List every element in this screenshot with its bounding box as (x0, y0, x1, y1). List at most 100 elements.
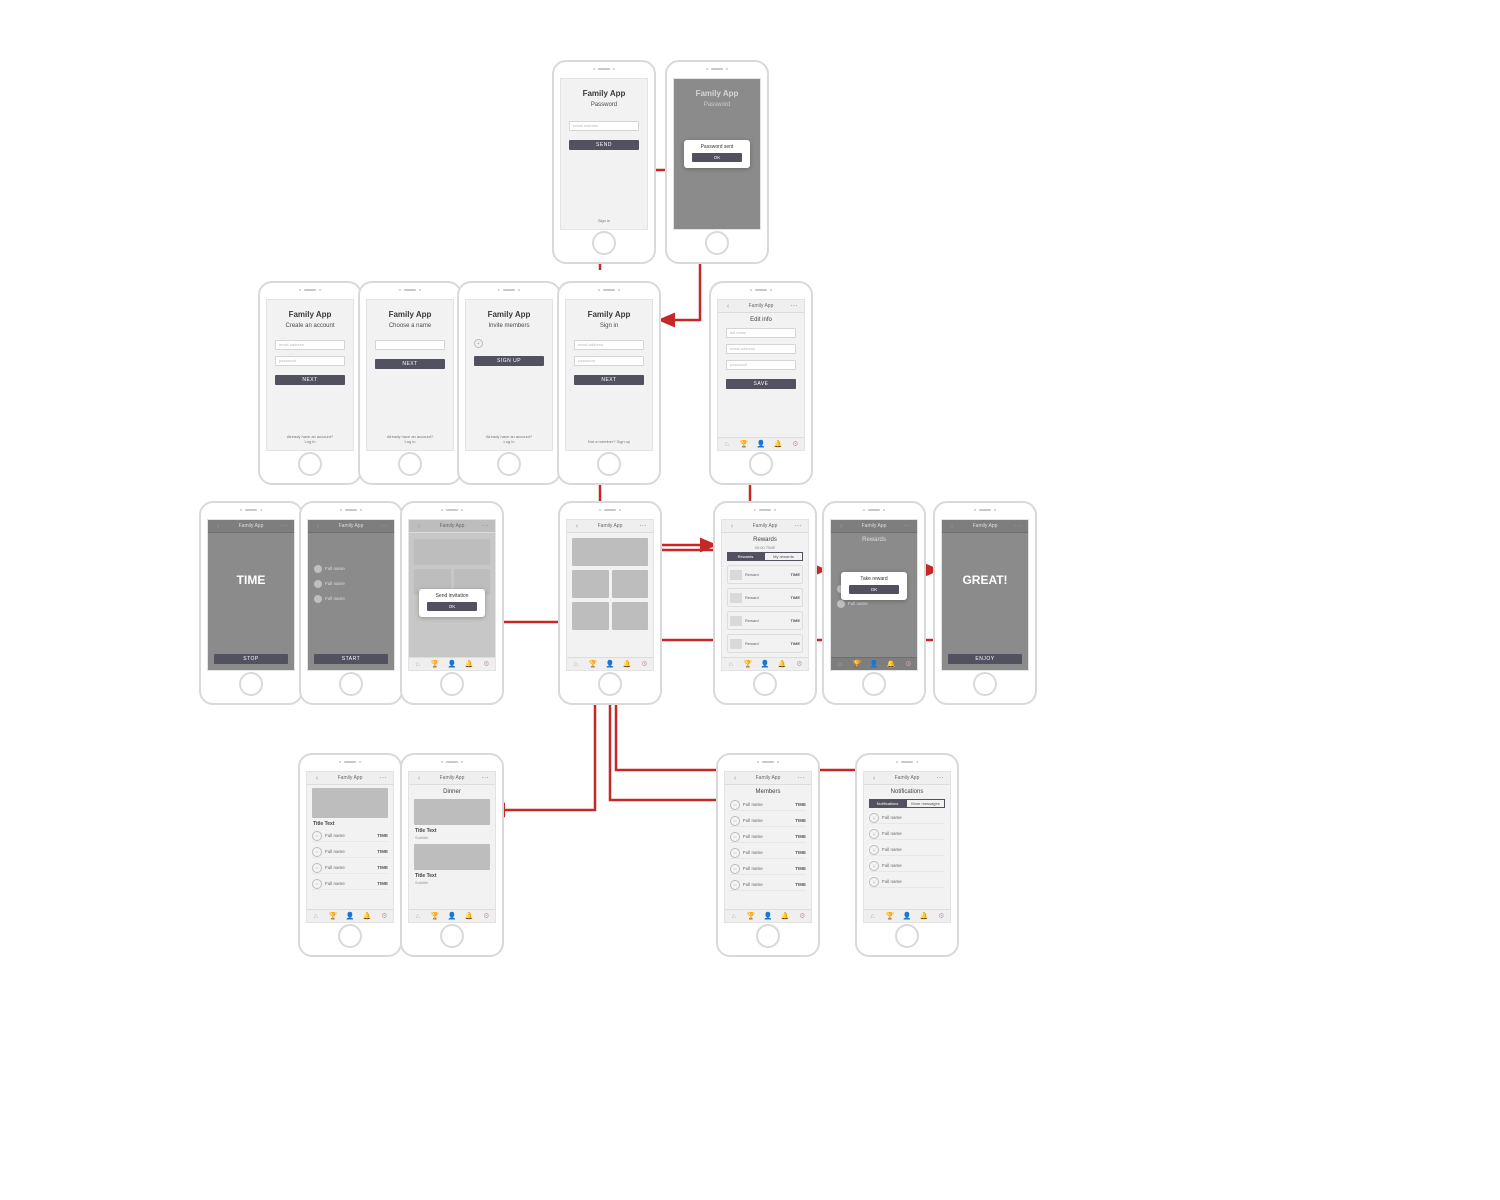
tab-trophy[interactable]: 🏆 (742, 910, 759, 922)
list-item[interactable]: ☺Full name (869, 812, 945, 824)
menu-icon[interactable]: ⋯ (901, 522, 913, 530)
tab-trophy[interactable]: 🏆 (848, 658, 865, 670)
member-option[interactable]: Full name (314, 593, 388, 604)
tab-gear[interactable]: ⚙ (900, 658, 917, 670)
login-link[interactable]: Already have an account?Log in (267, 434, 353, 444)
member-option[interactable]: Full name (314, 578, 388, 589)
tab-home[interactable]: ⌂ (725, 910, 742, 922)
password-field[interactable]: password (574, 356, 644, 366)
tab-home[interactable]: ⌂ (864, 910, 881, 922)
add-icon[interactable]: + (474, 339, 483, 348)
tab-user[interactable]: 👤 (756, 658, 773, 670)
name-field[interactable]: full name (726, 328, 796, 338)
list-item[interactable]: ☺Full nameTIME (312, 846, 388, 858)
list-item[interactable]: ☺Full nameTIME (730, 879, 806, 891)
back-icon[interactable]: ‹ (311, 775, 323, 782)
tab-gear[interactable]: ⚙ (794, 910, 811, 922)
back-icon[interactable]: ‹ (835, 523, 847, 530)
tab-rewards[interactable]: Rewards (727, 552, 764, 561)
ok-button[interactable]: OK (692, 153, 742, 162)
email-field[interactable]: email address (574, 340, 644, 350)
tab-gear[interactable]: ⚙ (376, 910, 393, 922)
feed-image[interactable] (612, 570, 649, 598)
tab-user[interactable]: 👤 (341, 910, 358, 922)
tab-trophy[interactable]: 🏆 (426, 658, 443, 670)
email-field[interactable]: email address (726, 344, 796, 354)
list-item[interactable]: ☺Full nameTIME (730, 847, 806, 859)
list-item[interactable]: ☺Full nameTIME (730, 799, 806, 811)
tab-home[interactable]: ⌂ (831, 658, 848, 670)
tab-trophy[interactable]: 🏆 (426, 910, 443, 922)
back-icon[interactable]: ‹ (868, 775, 880, 782)
tab-user[interactable]: 👤 (443, 910, 460, 922)
feed-image[interactable] (572, 602, 609, 630)
signup-link[interactable]: Not a member? Sign up (566, 439, 652, 444)
tab-more-messages[interactable]: More messages (906, 799, 945, 808)
tab-bell[interactable]: 🔔 (916, 910, 933, 922)
back-icon[interactable]: ‹ (212, 523, 224, 530)
reward-card[interactable]: RewardTIME (727, 611, 803, 630)
signin-link[interactable]: Sign in (561, 218, 647, 223)
list-item[interactable]: ☺Full name (869, 844, 945, 856)
password-field[interactable]: password (275, 356, 345, 366)
list-item[interactable]: ☺Full nameTIME (730, 863, 806, 875)
back-icon[interactable]: ‹ (571, 523, 583, 530)
menu-icon[interactable]: ⋯ (1012, 522, 1024, 530)
tab-home[interactable]: ⌂ (409, 658, 426, 670)
start-button[interactable]: START (314, 654, 388, 664)
email-field[interactable]: email address (569, 121, 639, 131)
feed-image[interactable] (572, 570, 609, 598)
ok-button[interactable]: OK (427, 602, 477, 611)
save-button[interactable]: SAVE (726, 379, 796, 389)
menu-icon[interactable]: ⋯ (479, 774, 491, 782)
tab-home[interactable]: ⌂ (722, 658, 739, 670)
list-item[interactable]: ☺Full name (869, 828, 945, 840)
list-item[interactable]: ☺Full nameTIME (312, 878, 388, 890)
list-item[interactable]: ☺Full nameTIME (312, 830, 388, 842)
list-item[interactable]: ☺Full name (869, 876, 945, 888)
tab-user[interactable]: 👤 (752, 438, 769, 450)
list-item[interactable]: ☺Full nameTIME (312, 862, 388, 874)
tab-user[interactable]: 👤 (601, 658, 618, 670)
list-item[interactable]: ☺Full nameTIME (730, 831, 806, 843)
tab-bell[interactable]: 🔔 (774, 658, 791, 670)
email-field[interactable]: email address (275, 340, 345, 350)
tab-home[interactable]: ⌂ (409, 910, 426, 922)
tab-user[interactable]: 👤 (759, 910, 776, 922)
list-item[interactable]: ☺Full name (869, 860, 945, 872)
back-icon[interactable]: ‹ (312, 523, 324, 530)
reward-card[interactable]: RewardTIME (727, 634, 803, 653)
menu-icon[interactable]: ⋯ (479, 522, 491, 530)
tab-my-rewards[interactable]: My rewards (764, 552, 803, 561)
member-option[interactable]: Full name (314, 563, 388, 574)
tab-bell[interactable]: 🔔 (461, 658, 478, 670)
tab-notifications[interactable]: Notifications (869, 799, 906, 808)
feed-image[interactable] (572, 538, 648, 566)
password-field[interactable]: password (726, 360, 796, 370)
menu-icon[interactable]: ⋯ (278, 522, 290, 530)
login-link[interactable]: Already have an account?Log in (367, 434, 453, 444)
back-icon[interactable]: ‹ (413, 775, 425, 782)
tab-bell[interactable]: 🔔 (619, 658, 636, 670)
tab-bell[interactable]: 🔔 (770, 438, 787, 450)
menu-icon[interactable]: ⋯ (377, 774, 389, 782)
menu-icon[interactable]: ⋯ (637, 522, 649, 530)
tab-gear[interactable]: ⚙ (787, 438, 804, 450)
feed-image[interactable] (612, 602, 649, 630)
name-field[interactable] (375, 340, 445, 350)
tab-trophy[interactable]: 🏆 (324, 910, 341, 922)
menu-icon[interactable]: ⋯ (795, 774, 807, 782)
list-item[interactable]: ☺Full nameTIME (730, 815, 806, 827)
next-button[interactable]: NEXT (275, 375, 345, 385)
tab-trophy[interactable]: 🏆 (881, 910, 898, 922)
tab-trophy[interactable]: 🏆 (735, 438, 752, 450)
tab-gear[interactable]: ⚙ (478, 910, 495, 922)
tab-home[interactable]: ⌂ (567, 658, 584, 670)
menu-icon[interactable]: ⋯ (792, 522, 804, 530)
send-button[interactable]: SEND (569, 140, 639, 150)
tab-home[interactable]: ⌂ (718, 438, 735, 450)
tab-gear[interactable]: ⚙ (478, 658, 495, 670)
reward-card[interactable]: RewardTIME (727, 565, 803, 584)
signup-button[interactable]: SIGN UP (474, 356, 544, 366)
login-link[interactable]: Already have an account?Log in (466, 434, 552, 444)
